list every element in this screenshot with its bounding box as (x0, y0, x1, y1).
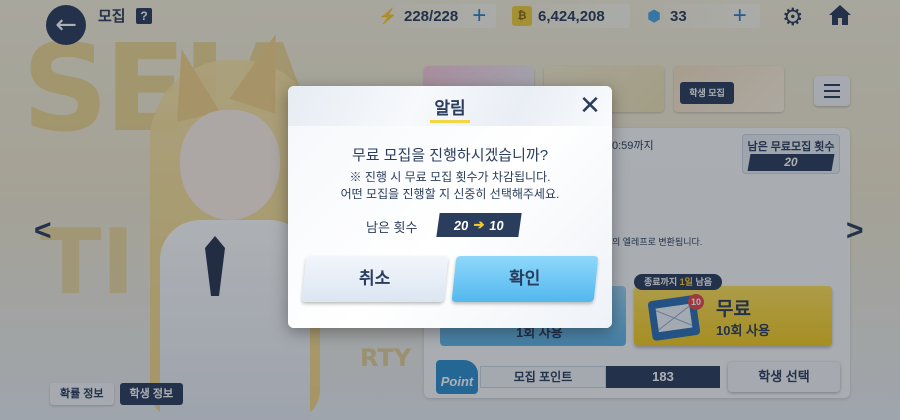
remaining-count-change: 20 ➔ 10 (436, 213, 522, 237)
remaining-from: 20 (453, 217, 470, 233)
dialog-title: 알림 (434, 99, 466, 118)
remaining-count-label: 남은 횟수 (366, 220, 418, 235)
confirm-dialog: 알림 ✕ 무료 모집을 진행하시겠습니까? ※ 진행 시 무료 모집 횟수가 차… (288, 86, 612, 328)
dialog-note-line2: 어떤 모집을 진행할 지 신중히 선택해주세요. (340, 187, 560, 201)
title-underline (430, 120, 470, 123)
confirm-button[interactable]: 확인 (451, 256, 599, 302)
arrow-right-icon: ➔ (472, 217, 486, 232)
close-icon[interactable]: ✕ (576, 92, 604, 120)
dialog-note-line1: ※ 진행 시 무료 모집 횟수가 차감됩니다. (349, 170, 551, 184)
dialog-question: 무료 모집을 진행하시겠습니까? (351, 147, 549, 164)
remaining-to: 10 (488, 217, 505, 233)
cancel-button[interactable]: 취소 (301, 256, 449, 302)
dialog-header: 알림 ✕ (288, 86, 612, 126)
